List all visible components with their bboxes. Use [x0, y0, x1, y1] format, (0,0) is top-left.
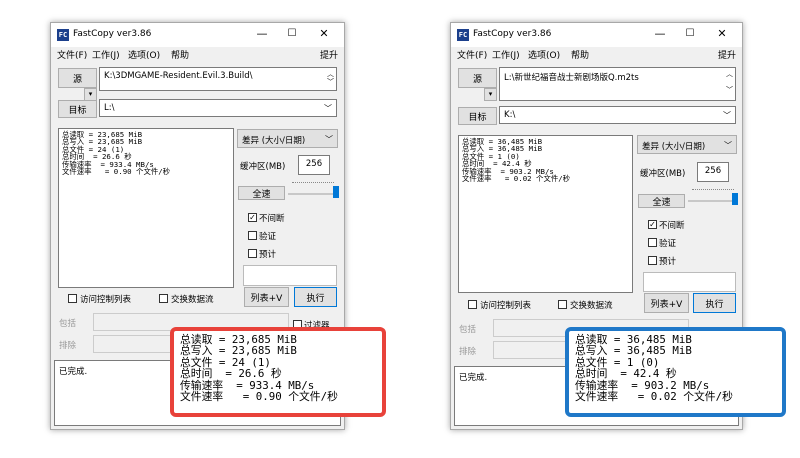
- menu-options[interactable]: 选项(O): [128, 48, 160, 61]
- estimate-checkbox[interactable]: [648, 256, 657, 265]
- chevron-down-icon: ﹀: [325, 135, 333, 144]
- minimize-button[interactable]: —: [646, 25, 674, 43]
- acl-checkbox[interactable]: [68, 294, 77, 303]
- full-speed-button[interactable]: 全速: [238, 186, 285, 200]
- chevron-down-icon[interactable]: ﹀: [723, 110, 731, 121]
- status-text: 已完成.: [459, 373, 488, 383]
- execute-button[interactable]: 执行: [693, 293, 736, 313]
- title-bar[interactable]: FC FastCopy ver3.86 — ☐ ✕: [51, 23, 344, 47]
- destination-button[interactable]: 目标: [58, 100, 97, 118]
- fastcopy-app-icon: FC: [457, 29, 469, 41]
- buffer-label: 缓冲区(MB): [240, 162, 286, 172]
- chevron-down-icon: ﹀: [724, 141, 732, 150]
- speed-slider-ticks: [292, 182, 334, 185]
- speed-slider-thumb[interactable]: [732, 193, 738, 205]
- menu-file[interactable]: 文件(F): [57, 48, 87, 61]
- verify-checkbox[interactable]: [248, 231, 257, 240]
- destination-path-text: K:\: [504, 110, 516, 120]
- list-verify-button[interactable]: 列表+V: [244, 287, 289, 307]
- minimize-button[interactable]: —: [248, 25, 276, 43]
- full-speed-button[interactable]: 全速: [638, 194, 685, 208]
- maximize-button[interactable]: ☐: [278, 25, 306, 43]
- nonstop-checkbox[interactable]: ✓: [248, 213, 257, 222]
- exclude-label: 排除: [59, 341, 77, 351]
- fastcopy-app-icon: FC: [57, 29, 69, 41]
- source-path-text: L:\新世纪福音战士新剧场版Q.m2ts: [504, 73, 639, 83]
- menu-file[interactable]: 文件(F): [457, 48, 487, 61]
- nonstop-label: 不间断: [259, 214, 285, 224]
- acl-label: 访问控制列表: [480, 301, 532, 311]
- title-bar[interactable]: FC FastCopy ver3.86 — ☐ ✕: [451, 23, 742, 47]
- ads-label: 交换数据流: [171, 295, 214, 305]
- destination-path-text: L:\: [104, 103, 115, 113]
- include-label: 包括: [459, 325, 477, 335]
- source-scroll-arrows[interactable]: ︿ ﹀: [327, 70, 334, 86]
- stats-panel: 总读取 = 23,685 MiB 总写入 = 23,685 MiB 总文件 = …: [58, 128, 234, 288]
- stats-line-filerate: 文件速率 = 0.02 个文件/秒: [462, 174, 571, 184]
- job-list-box[interactable]: [243, 265, 337, 286]
- include-label: 包括: [59, 319, 77, 329]
- menu-job[interactable]: 工作(J): [92, 48, 120, 61]
- verify-checkbox[interactable]: [648, 238, 657, 247]
- buffer-size-input[interactable]: 256: [298, 155, 330, 175]
- ads-checkbox[interactable]: [159, 294, 168, 303]
- menu-bar: 文件(F) 工作(J) 选项(O) 帮助 提升: [451, 47, 742, 63]
- execute-button[interactable]: 执行: [294, 287, 337, 307]
- nonstop-checkbox[interactable]: ✓: [648, 220, 657, 229]
- menu-options[interactable]: 选项(O): [528, 48, 560, 61]
- stats-line-filerate: 文件速率 = 0.90 个文件/秒: [62, 167, 171, 177]
- maximize-button[interactable]: ☐: [676, 25, 704, 43]
- buffer-size-input[interactable]: 256: [697, 162, 729, 182]
- source-button[interactable]: 源: [458, 68, 497, 88]
- estimate-label: 预计: [259, 250, 277, 260]
- stats-zoom-callout-left: 总读取 = 23,685 MiB 总写入 = 23,685 MiB 总文件 = …: [170, 327, 386, 417]
- menu-help[interactable]: 帮助: [171, 48, 189, 61]
- speed-slider-track[interactable]: [688, 200, 736, 202]
- menu-bar: 文件(F) 工作(J) 选项(O) 帮助 提升: [51, 47, 344, 63]
- verify-label: 验证: [659, 239, 677, 249]
- status-text: 已完成.: [59, 367, 88, 377]
- buffer-label: 缓冲区(MB): [640, 169, 686, 179]
- job-list-box[interactable]: [643, 272, 736, 292]
- ads-checkbox[interactable]: [558, 300, 567, 309]
- speed-slider-track[interactable]: [288, 193, 336, 195]
- verify-label: 验证: [259, 232, 277, 242]
- source-history-dropdown[interactable]: ▾: [484, 88, 497, 101]
- source-path-field[interactable]: K:\3DMGAME-Resident.Evil.3.Build\ ︿ ﹀: [99, 67, 337, 91]
- list-verify-button[interactable]: 列表+V: [644, 293, 689, 313]
- zoom-line-filerate: 文件速率 = 0.02 个文件/秒: [575, 390, 733, 404]
- source-path-field[interactable]: L:\新世纪福音战士新剧场版Q.m2ts ︿ ﹀: [499, 67, 736, 101]
- window-title: FastCopy ver3.86: [73, 29, 152, 39]
- chevron-down-icon[interactable]: ﹀: [324, 103, 332, 114]
- menu-elevate[interactable]: 提升: [320, 48, 338, 61]
- copy-mode-value: 差异 (大小/日期): [242, 136, 306, 146]
- speed-slider-thumb[interactable]: [333, 186, 339, 198]
- source-scroll-arrows[interactable]: ︿ ﹀: [726, 70, 733, 94]
- copy-mode-select[interactable]: 差异 (大小/日期) ﹀: [237, 129, 338, 148]
- ads-label: 交换数据流: [570, 301, 613, 311]
- menu-job[interactable]: 工作(J): [492, 48, 520, 61]
- acl-label: 访问控制列表: [80, 295, 132, 305]
- copy-mode-value: 差异 (大小/日期): [642, 142, 706, 152]
- zoom-line-filerate: 文件速率 = 0.90 个文件/秒: [180, 390, 338, 404]
- destination-button[interactable]: 目标: [458, 107, 497, 125]
- destination-path-field[interactable]: K:\ ﹀: [499, 106, 736, 124]
- source-path-text: K:\3DMGAME-Resident.Evil.3.Build\: [104, 71, 253, 81]
- stats-panel: 总读取 = 36,485 MiB 总写入 = 36,485 MiB 总文件 = …: [458, 135, 633, 293]
- window-title: FastCopy ver3.86: [473, 29, 552, 39]
- stats-zoom-callout-right: 总读取 = 36,485 MiB 总写入 = 36,485 MiB 总文件 = …: [565, 327, 786, 417]
- copy-mode-select[interactable]: 差异 (大小/日期) ﹀: [637, 135, 737, 154]
- estimate-label: 预计: [659, 257, 677, 267]
- exclude-label: 排除: [459, 347, 477, 357]
- nonstop-label: 不间断: [659, 221, 685, 231]
- speed-slider-ticks: [692, 189, 734, 192]
- acl-checkbox[interactable]: [468, 300, 477, 309]
- menu-help[interactable]: 帮助: [571, 48, 589, 61]
- close-button[interactable]: ✕: [310, 25, 338, 43]
- destination-path-field[interactable]: L:\ ﹀: [99, 99, 337, 117]
- menu-elevate[interactable]: 提升: [718, 48, 736, 61]
- source-button[interactable]: 源: [58, 68, 97, 88]
- close-button[interactable]: ✕: [708, 25, 736, 43]
- estimate-checkbox[interactable]: [248, 249, 257, 258]
